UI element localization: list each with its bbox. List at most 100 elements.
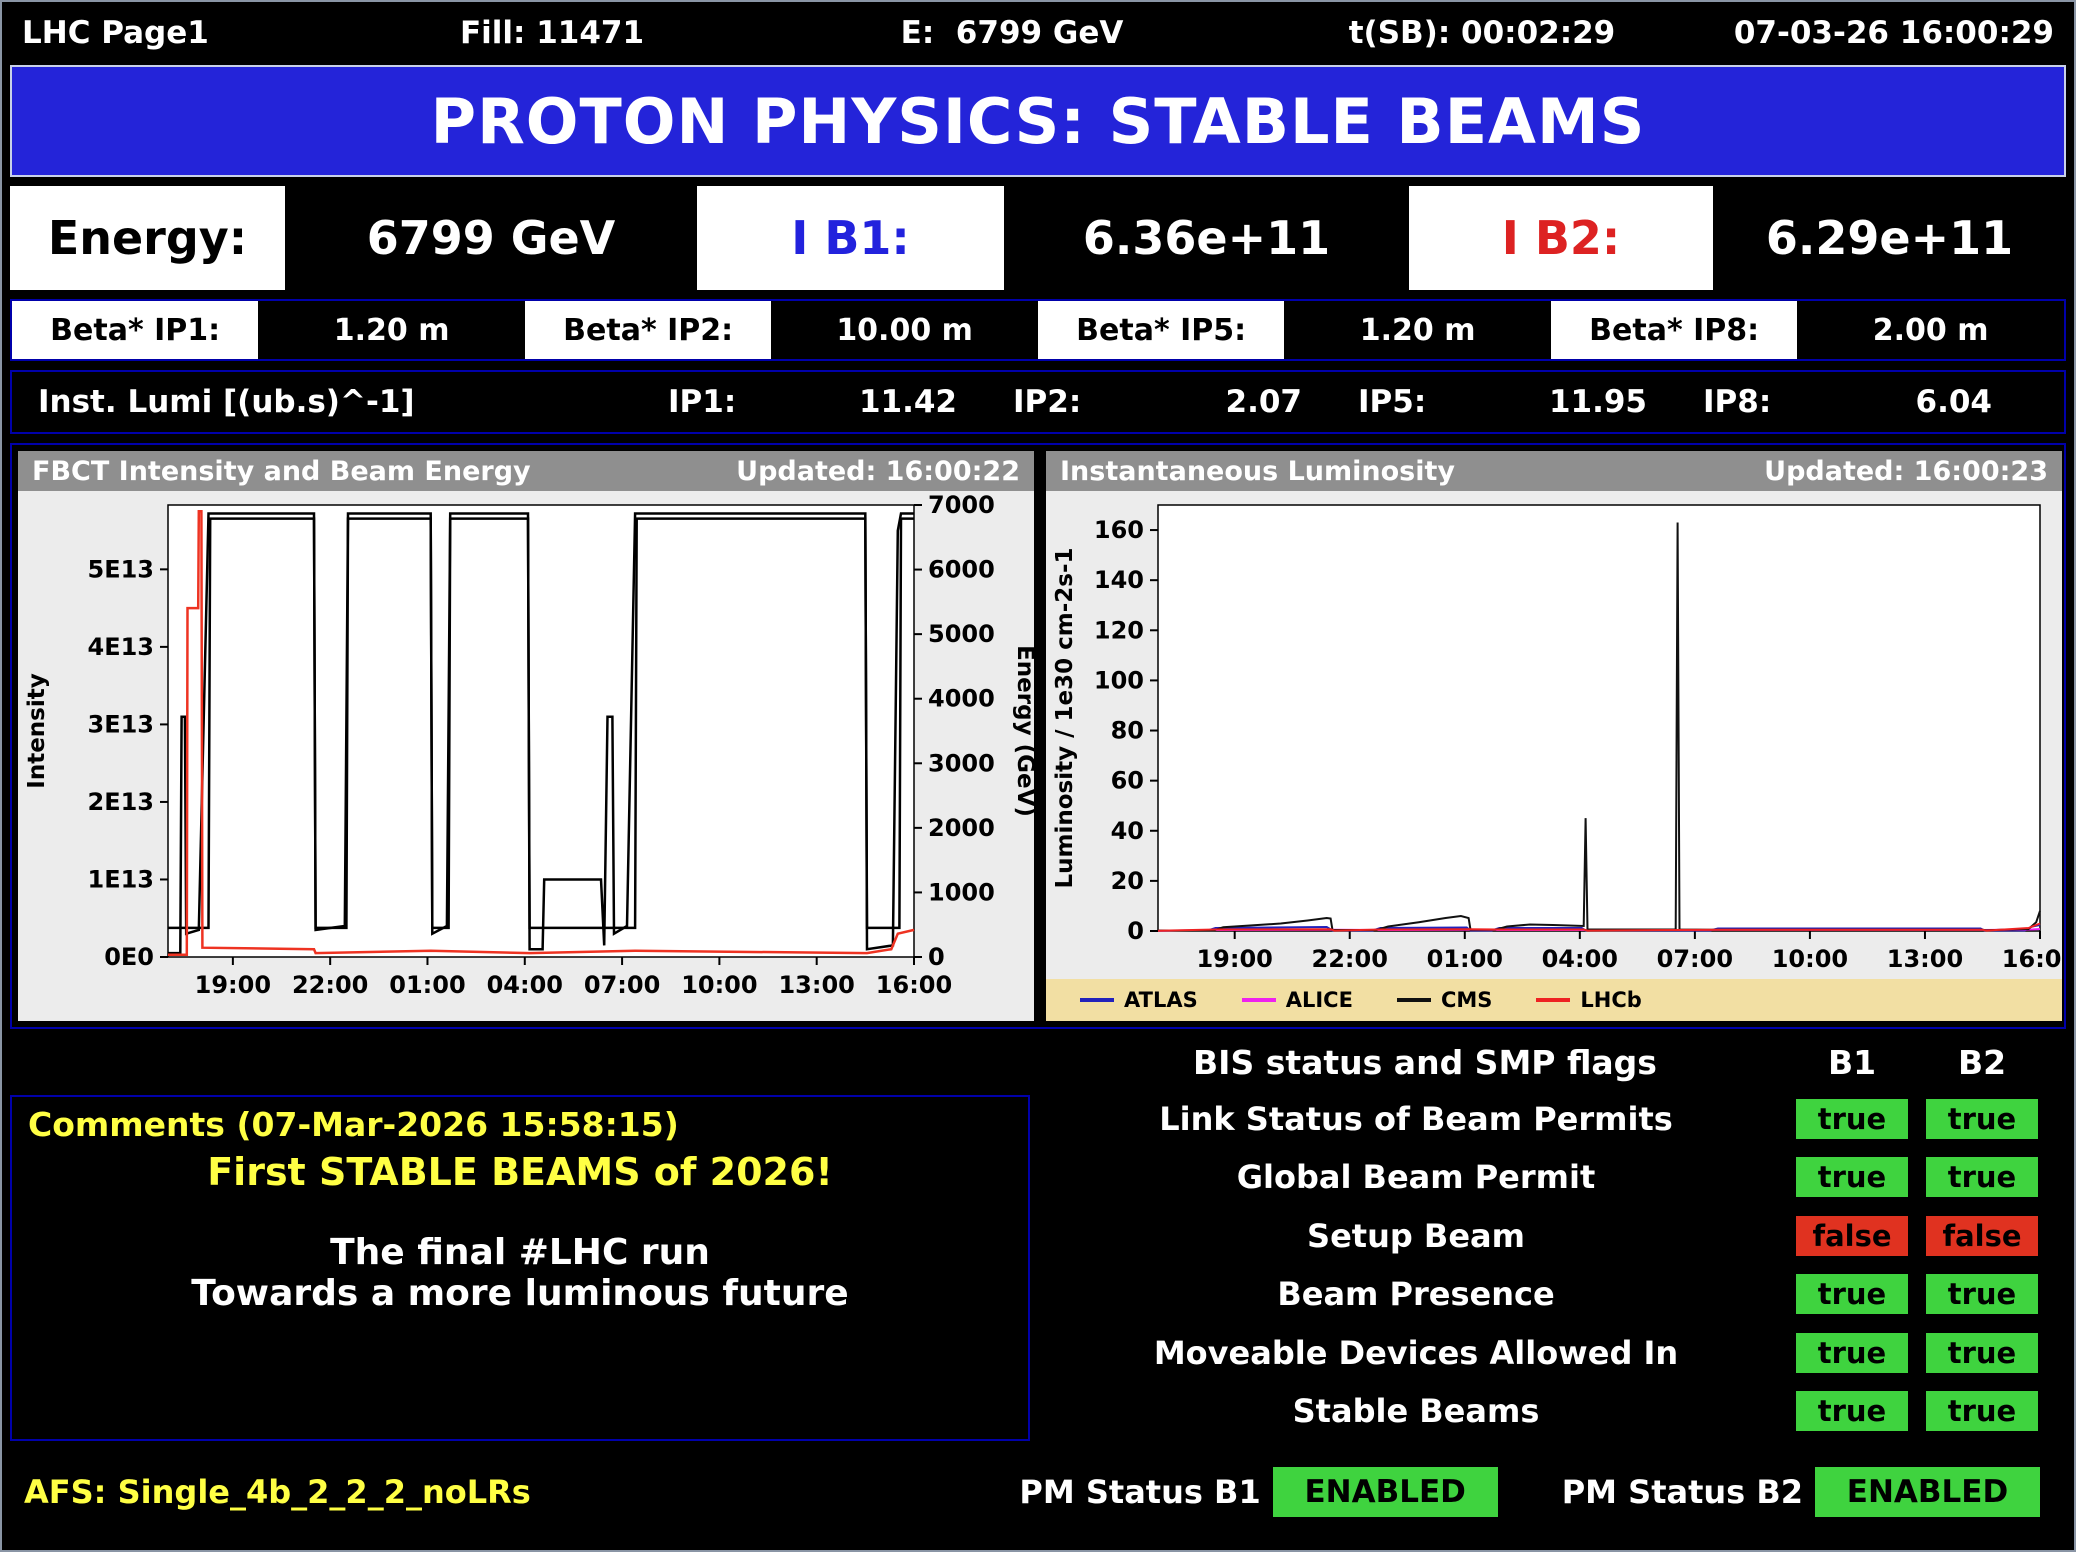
svg-text:40: 40 [1111, 817, 1144, 845]
fill-number: Fill: 11471 [322, 15, 782, 51]
bis-header-row: BIS status and SMP flags B1 B2 [10, 1038, 2066, 1086]
legend-label: LHCb [1580, 988, 1641, 1012]
svg-text:120: 120 [1094, 616, 1144, 644]
svg-text:19:00: 19:00 [195, 971, 271, 999]
beta-ip8-label: Beta* IP8: [1551, 301, 1797, 359]
svg-text:01:00: 01:00 [389, 971, 465, 999]
top-status-bar: LHC Page1 Fill: 11471 E: 6799 GeV t(SB):… [10, 10, 2066, 56]
bis-row-stable-beams: Stable Beams true true [1054, 1389, 2038, 1433]
beta-ip5-label: Beta* IP5: [1038, 301, 1284, 359]
bis-row-label: Moveable Devices Allowed In [1054, 1334, 1778, 1372]
beam2-intensity-label: I B2: [1409, 186, 1713, 290]
comments-title: Comments (07-Mar-2026 15:58:15) [28, 1105, 1012, 1144]
svg-text:16:00: 16:00 [876, 971, 952, 999]
lumi-ip2-value: 2.07 [1226, 384, 1303, 420]
svg-text:2000: 2000 [928, 814, 995, 842]
lumi-chart-panel: Instantaneous Luminosity Updated: 16:00:… [1046, 451, 2062, 1021]
afs-scheme: AFS: Single_4b_2_2_2_noLRs [24, 1473, 1007, 1511]
fbct-chart-updated: Updated: 16:00:22 [736, 456, 1020, 487]
svg-text:20: 20 [1111, 867, 1144, 895]
lumi-ip8-label: IP8: [1703, 384, 1771, 420]
bis-flag-b1: true [1796, 1333, 1908, 1373]
pm-status-b1-badge: ENABLED [1273, 1467, 1498, 1517]
comments-line-2: Towards a more luminous future [28, 1273, 1012, 1314]
lumi-ip1: IP1: 11.42 [658, 384, 1003, 420]
bis-row-beam-presence: Beam Presence true true [1054, 1272, 2038, 1316]
bis-table: Link Status of Beam Permits true true Gl… [1040, 1095, 2066, 1441]
legend-line-icon [1242, 998, 1276, 1002]
lumi-chart-header: Instantaneous Luminosity Updated: 16:00:… [1046, 451, 2062, 491]
svg-text:60: 60 [1111, 767, 1144, 795]
time-in-stable-beams: t(SB): 00:02:29 [1242, 15, 1722, 51]
svg-text:140: 140 [1094, 566, 1144, 594]
pm-status-b1-label: PM Status B1 [1019, 1473, 1260, 1511]
svg-text:7000: 7000 [928, 491, 995, 519]
fbct-chart-header: FBCT Intensity and Beam Energy Updated: … [18, 451, 1034, 491]
fbct-chart-title: FBCT Intensity and Beam Energy [32, 456, 531, 487]
energy-value: 6799 GeV [285, 186, 697, 290]
beam1-intensity-label: I B1: [697, 186, 1004, 290]
lumi-ip2-label: IP2: [1013, 384, 1081, 420]
svg-text:Intensity: Intensity [24, 673, 50, 788]
svg-text:80: 80 [1111, 717, 1144, 745]
svg-text:13:00: 13:00 [1887, 945, 1963, 973]
bis-row-label: Stable Beams [1054, 1392, 1778, 1430]
beta-star-row: Beta* IP1: 1.20 m Beta* IP2: 10.00 m Bet… [10, 299, 2066, 361]
svg-text:04:00: 04:00 [487, 971, 563, 999]
svg-text:0: 0 [928, 943, 945, 971]
legend-line-icon [1080, 998, 1114, 1002]
svg-text:13:00: 13:00 [778, 971, 854, 999]
fbct-chart-panel: FBCT Intensity and Beam Energy Updated: … [18, 451, 1034, 1021]
bis-row-global-permit: Global Beam Permit true true [1054, 1155, 2038, 1199]
svg-text:3E13: 3E13 [88, 710, 155, 738]
lumi-ip5-label: IP5: [1358, 384, 1426, 420]
legend-line-icon [1536, 998, 1570, 1002]
beam-energy: E: 6799 GeV [782, 15, 1242, 51]
lumi-legend: ATLASALICECMSLHCb [1046, 979, 2062, 1021]
bis-flag-b1: true [1796, 1099, 1908, 1139]
lhc-page1: LHC Page1 Fill: 11471 E: 6799 GeV t(SB):… [0, 0, 2076, 1552]
svg-text:10:00: 10:00 [681, 971, 757, 999]
svg-text:Luminosity / 1e30 cm-2s-1: Luminosity / 1e30 cm-2s-1 [1052, 547, 1078, 888]
beta-ip2-value: 10.00 m [771, 301, 1038, 359]
inst-lumi-row: Inst. Lumi [(ub.s)^-1] IP1: 11.42 IP2: 2… [10, 370, 2066, 434]
fbct-chart: 19:0022:0001:0004:0007:0010:0013:0016:00… [18, 491, 1034, 1021]
legend-item-lhcb: LHCb [1536, 988, 1641, 1012]
footer-bar: AFS: Single_4b_2_2_2_noLRs PM Status B1 … [10, 1450, 2066, 1534]
lumi-ip8: IP8: 6.04 [1693, 384, 2038, 420]
svg-text:5000: 5000 [928, 620, 995, 648]
bis-flag-b1: false [1796, 1216, 1908, 1256]
svg-text:04:00: 04:00 [1542, 945, 1618, 973]
lumi-chart: 19:0022:0001:0004:0007:0010:0013:0016:00… [1046, 491, 2062, 979]
bis-col-b2: B2 [1926, 1043, 2038, 1082]
svg-text:4000: 4000 [928, 685, 995, 713]
svg-text:2E13: 2E13 [88, 788, 155, 816]
bis-flag-b2: true [1926, 1157, 2038, 1197]
svg-text:4E13: 4E13 [88, 633, 155, 661]
svg-text:10:00: 10:00 [1772, 945, 1848, 973]
bis-flag-b1: true [1796, 1274, 1908, 1314]
svg-text:0E0: 0E0 [104, 943, 154, 971]
beta-ip5-value: 1.20 m [1284, 301, 1551, 359]
legend-item-cms: CMS [1397, 988, 1492, 1012]
svg-text:100: 100 [1094, 666, 1144, 694]
svg-text:Energy (GeV): Energy (GeV) [1012, 645, 1034, 817]
svg-text:160: 160 [1094, 516, 1144, 544]
svg-text:0: 0 [1127, 917, 1144, 945]
lumi-chart-title: Instantaneous Luminosity [1060, 456, 1455, 487]
legend-item-alice: ALICE [1242, 988, 1353, 1012]
bis-flag-b2: true [1926, 1099, 2038, 1139]
beta-ip8-value: 2.00 m [1797, 301, 2064, 359]
svg-text:1E13: 1E13 [88, 865, 155, 893]
lumi-ip8-value: 6.04 [1916, 384, 1993, 420]
lumi-chart-updated: Updated: 16:00:23 [1764, 456, 2048, 487]
bis-row-label: Setup Beam [1054, 1217, 1778, 1255]
energy-intensity-row: Energy: 6799 GeV I B1: 6.36e+11 I B2: 6.… [10, 186, 2066, 290]
pm-status-b2-badge: ENABLED [1815, 1467, 2040, 1517]
svg-text:19:00: 19:00 [1196, 945, 1272, 973]
lumi-ip2: IP2: 2.07 [1003, 384, 1348, 420]
bis-flag-b1: true [1796, 1391, 1908, 1431]
svg-text:22:00: 22:00 [1312, 945, 1388, 973]
svg-text:16:00: 16:00 [2002, 945, 2062, 973]
svg-text:22:00: 22:00 [292, 971, 368, 999]
